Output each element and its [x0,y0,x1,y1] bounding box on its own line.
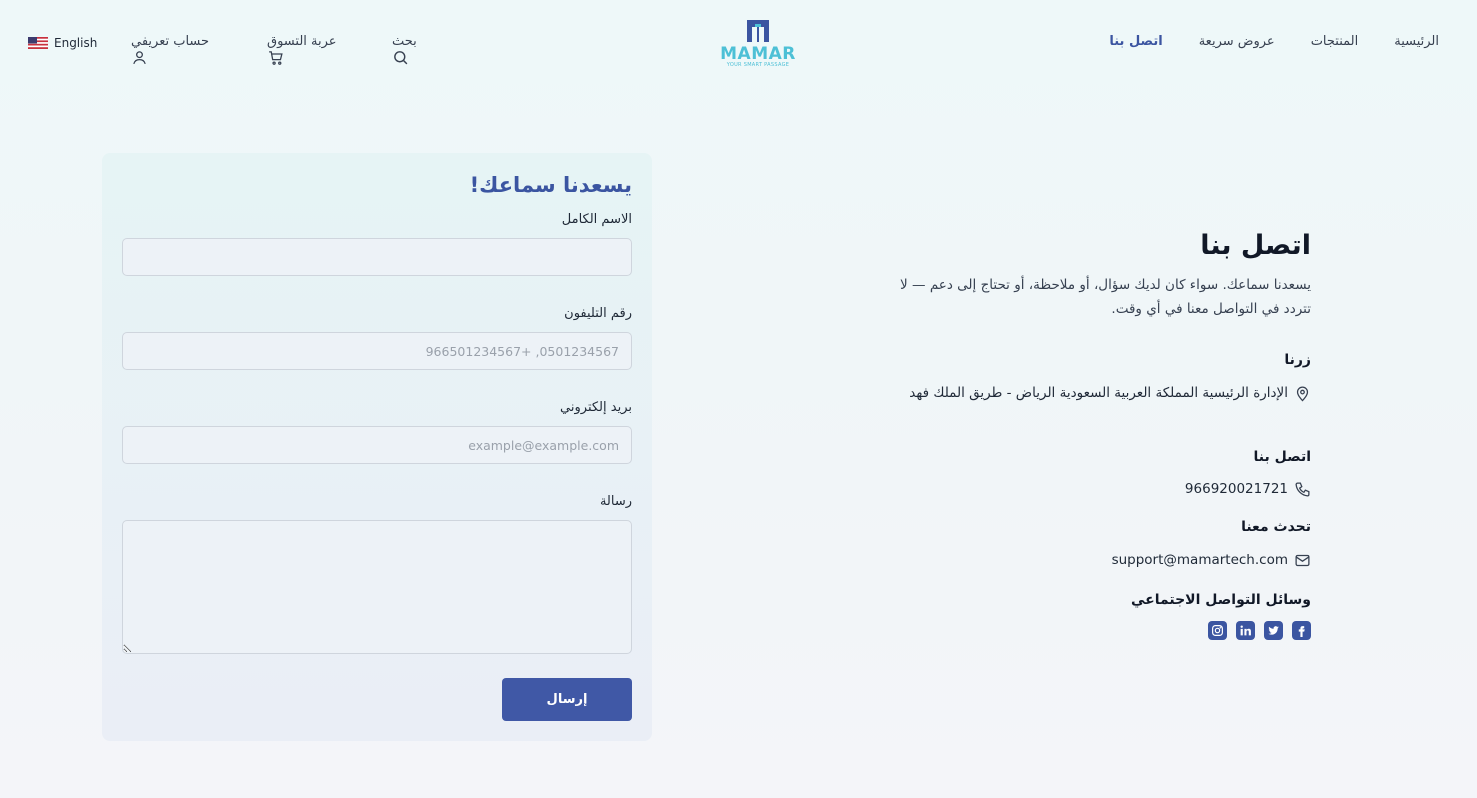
contact-info: اتصل بنا يسعدنا سماعك. سواء كان لديك سؤا… [871,228,1311,640]
logo-mark-icon [747,20,769,42]
page-title: اتصل بنا [1200,230,1311,261]
social-label: وسائل التواصل الاجتماعي [1131,592,1311,608]
language-switch[interactable]: English [28,36,97,50]
phone-input[interactable] [122,332,632,370]
linkedin-icon[interactable] [1236,621,1255,640]
submit-button[interactable]: إرسال [502,678,632,721]
cart-icon [269,51,283,65]
search-icon [394,51,408,65]
user-icon [133,51,146,65]
phone-text: 966920021721 [1184,481,1288,497]
social-links [1208,621,1311,640]
twitter-icon[interactable] [1264,621,1283,640]
location-pin-icon [1296,386,1309,402]
visit-label: زرنا [1284,352,1311,368]
cart-label: عربة التسوق [267,34,337,49]
facebook-icon[interactable] [1292,621,1311,640]
account-button[interactable]: حساب تعريفي [131,34,209,66]
nav-products[interactable]: المنتجات [1311,34,1359,49]
nav-offers[interactable]: عروض سريعة [1199,34,1275,49]
call-label: اتصل بنا [1253,449,1311,465]
message-label: رسالة [599,494,632,509]
message-textarea[interactable] [122,520,632,654]
full-name-input[interactable] [122,238,632,276]
nav-home[interactable]: الرئيسية [1394,34,1439,49]
contact-form-card: يسعدنا سماعك! الاسم الكامل رقم التليفون … [102,153,652,741]
logo-tagline: YOUR SMART PASSAGE [726,62,790,68]
email-input[interactable] [122,426,632,464]
cart-button[interactable]: عربة التسوق [267,34,337,66]
email-label: بريد إلكتروني [560,400,632,415]
chat-label: تحدث معنا [1241,519,1311,535]
main-nav: الرئيسية المنتجات عروض سريعة اتصل بنا [1109,34,1439,49]
logo-wordmark: MAMAR [720,44,796,64]
mail-icon [1295,554,1310,567]
form-title: يسعدنا سماعك! [469,173,632,197]
us-flag-icon [28,37,48,49]
account-label: حساب تعريفي [131,34,210,49]
phone-icon [1295,482,1310,497]
language-label: English [54,36,98,50]
logo[interactable]: MAMAR YOUR SMART PASSAGE [718,18,798,70]
email-text: support@mamartech.com [1111,552,1288,568]
instagram-icon[interactable] [1208,621,1227,640]
address-row: الإدارة الرئيسية المملكة العربية السعودي… [881,381,1311,405]
name-label: الاسم الكامل [561,212,632,227]
page-description: يسعدنا سماعك. سواء كان لديك سؤال، أو ملا… [900,277,1311,317]
email-row[interactable]: support@mamartech.com [1112,548,1311,572]
phone-row[interactable]: 966920021721 [1185,477,1311,501]
nav-contact[interactable]: اتصل بنا [1109,34,1162,49]
search-label: بحث [392,34,417,49]
search-button[interactable]: بحث [392,34,417,66]
phone-label: رقم التليفون [564,306,632,321]
address-text: الإدارة الرئيسية المملكة العربية السعودي… [909,385,1288,401]
site-header: الرئيسية المنتجات عروض سريعة اتصل بنا MA… [0,0,1477,88]
